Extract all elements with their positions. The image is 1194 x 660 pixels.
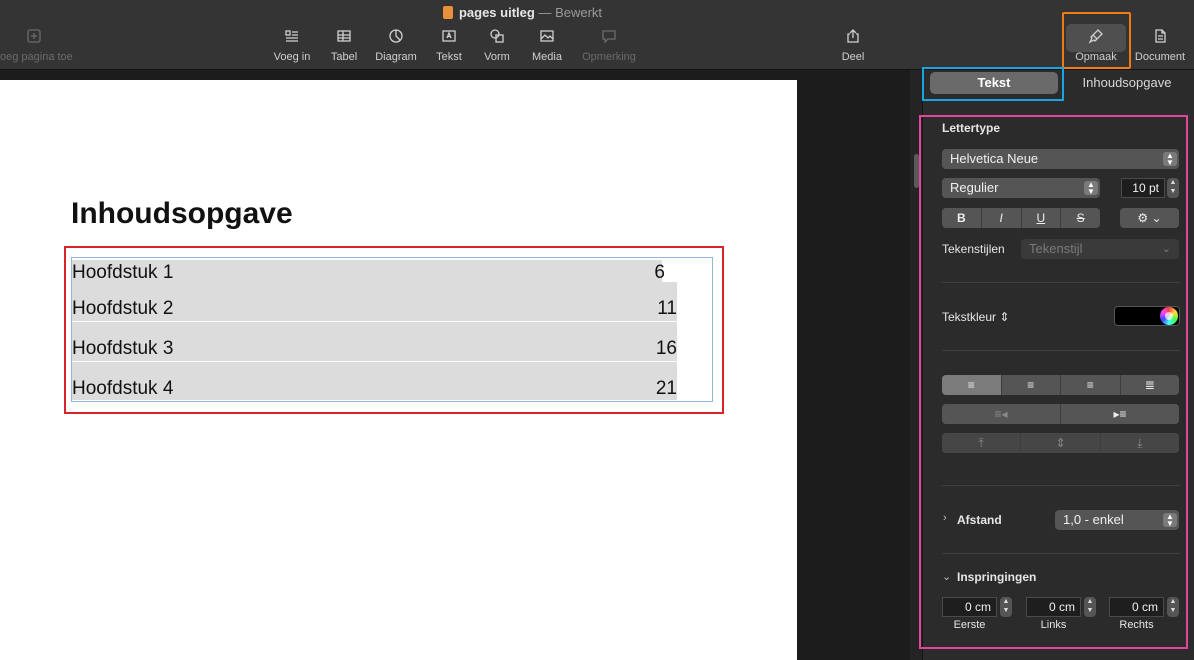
document-name: pages uitleg — [458, 5, 535, 20]
pages-document-icon — [442, 6, 453, 19]
add-page-button[interactable]: oeg pagina toe — [0, 28, 80, 63]
toc-callout — [64, 246, 724, 414]
table-button[interactable]: Tabel — [326, 28, 362, 63]
media-button[interactable]: Media — [527, 28, 567, 63]
toc-heading[interactable]: Inhoudsopgave — [71, 197, 293, 231]
share-button[interactable]: Deel — [836, 28, 870, 63]
insert-button[interactable]: Voeg in — [268, 28, 316, 63]
document-state: Bewerkt — [555, 5, 603, 20]
document-label: Document — [1134, 51, 1186, 63]
comment-button[interactable]: Opmerking — [578, 28, 640, 63]
add-page-label: oeg pagina toe — [0, 51, 73, 63]
table-icon — [326, 28, 362, 48]
shape-label: Vorm — [484, 51, 510, 63]
tab-toc[interactable]: Inhoudsopgave — [1064, 72, 1190, 94]
chart-label: Diagram — [375, 51, 417, 63]
share-label: Deel — [841, 51, 865, 63]
chart-icon — [370, 28, 422, 48]
insert-icon — [268, 28, 316, 48]
title-separator: — — [538, 5, 552, 20]
inspector-callout — [919, 115, 1188, 649]
text-tab-callout — [922, 67, 1064, 101]
window-title: pages uitleg — Bewerkt — [0, 5, 1045, 20]
share-icon — [836, 28, 870, 48]
comment-label: Opmerking — [582, 51, 636, 63]
text-box-icon — [431, 28, 467, 48]
table-label: Tabel — [330, 51, 358, 63]
comment-icon — [578, 28, 640, 48]
toolbar: pages uitleg — Bewerkt oeg pagina toe Vo… — [0, 0, 1194, 70]
format-button-callout — [1062, 12, 1131, 69]
text-button[interactable]: Tekst — [431, 28, 467, 63]
document-icon — [1131, 28, 1189, 48]
text-label: Tekst — [436, 51, 462, 63]
chart-button[interactable]: Diagram — [370, 28, 422, 63]
document-button[interactable]: Document — [1131, 28, 1189, 63]
insert-label: Voeg in — [273, 51, 311, 63]
shape-icon — [478, 28, 516, 48]
media-icon — [527, 28, 567, 48]
media-label: Media — [532, 51, 562, 63]
shape-button[interactable]: Vorm — [478, 28, 516, 63]
add-page-icon — [26, 28, 80, 48]
